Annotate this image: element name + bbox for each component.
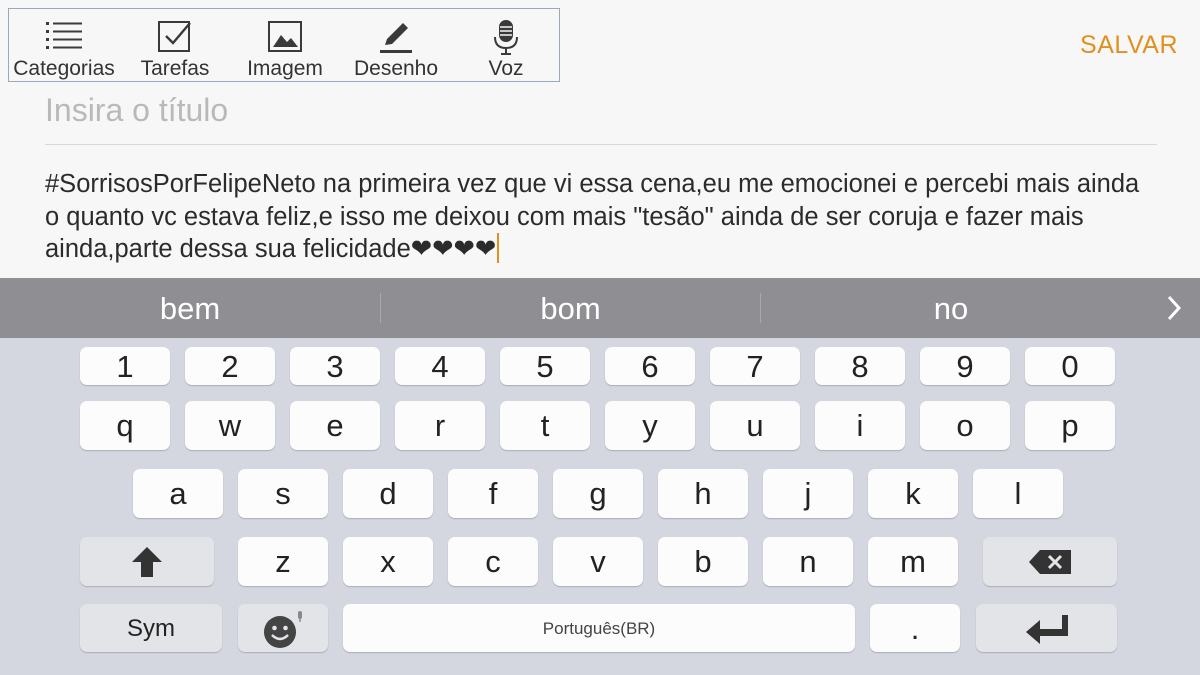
categories-button[interactable]: Categorias [9,9,119,83]
key-j[interactable]: j [763,469,853,518]
shift-key[interactable] [80,537,214,586]
key-k[interactable]: k [868,469,958,518]
key-a[interactable]: a [133,469,223,518]
key-i[interactable]: i [815,401,905,450]
suggestion-1[interactable]: bem [0,278,380,338]
pencil-icon [380,23,412,53]
key-4[interactable]: 4 [395,347,485,385]
chevron-right-icon[interactable] [1166,294,1182,322]
key-e[interactable]: e [290,401,380,450]
voice-button[interactable]: Voz [459,9,553,83]
enter-key[interactable] [976,604,1117,652]
emoji-key[interactable] [238,604,328,652]
key-2[interactable]: 2 [185,347,275,385]
period-key[interactable]: . [870,604,960,652]
categories-label: Categorias [13,57,115,80]
tasks-label: Tarefas [140,57,210,80]
key-y[interactable]: y [605,401,695,450]
key-f[interactable]: f [448,469,538,518]
voice-label: Voz [488,57,524,80]
key-o[interactable]: o [920,401,1010,450]
drawing-label: Desenho [353,57,439,80]
key-d[interactable]: d [343,469,433,518]
image-label: Imagem [247,57,323,80]
microphone-icon [494,20,518,55]
image-button[interactable]: Imagem [237,9,333,83]
keyboard: 1 2 3 4 5 6 7 8 9 0 q w e r t y u i o p … [0,338,1200,675]
key-8[interactable]: 8 [815,347,905,385]
note-toolbar: Categorias Tarefas Imagem Desenho Voz [8,8,560,82]
save-button[interactable]: SALVAR [1080,31,1178,60]
key-s[interactable]: s [238,469,328,518]
suggestion-bar: bem bom no [0,278,1200,338]
text-cursor [497,233,500,263]
suggestion-2[interactable]: bom [381,278,760,338]
key-c[interactable]: c [448,537,538,586]
note-body-text: #SorrisosPorFelipeNeto na primeira vez q… [45,170,1140,263]
drawing-button[interactable]: Desenho [347,9,445,83]
key-q[interactable]: q [80,401,170,450]
key-1[interactable]: 1 [80,347,170,385]
key-x[interactable]: x [343,537,433,586]
key-5[interactable]: 5 [500,347,590,385]
backspace-icon [1029,550,1071,574]
emoji-icon [264,611,302,648]
key-p[interactable]: p [1025,401,1115,450]
checkbox-icon [158,21,191,52]
key-7[interactable]: 7 [710,347,800,385]
key-6[interactable]: 6 [605,347,695,385]
key-l[interactable]: l [973,469,1063,518]
key-n[interactable]: n [763,537,853,586]
key-h[interactable]: h [658,469,748,518]
key-t[interactable]: t [500,401,590,450]
list-icon [46,22,82,49]
key-g[interactable]: g [553,469,643,518]
key-b[interactable]: b [658,537,748,586]
tasks-button[interactable]: Tarefas [128,9,222,83]
enter-icon [1025,615,1068,644]
image-icon [268,21,302,52]
key-z[interactable]: z [238,537,328,586]
suggestion-3[interactable]: no [761,278,1141,338]
backspace-key[interactable] [983,537,1117,586]
key-w[interactable]: w [185,401,275,450]
sym-key[interactable]: Sym [80,604,222,652]
key-m[interactable]: m [868,537,958,586]
key-0[interactable]: 0 [1025,347,1115,385]
space-key[interactable]: Português(BR) [343,604,855,652]
key-r[interactable]: r [395,401,485,450]
key-9[interactable]: 9 [920,347,1010,385]
shift-arrow-icon [132,547,162,577]
key-v[interactable]: v [553,537,643,586]
key-3[interactable]: 3 [290,347,380,385]
key-u[interactable]: u [710,401,800,450]
title-divider [45,144,1157,145]
title-input[interactable] [45,88,1155,132]
note-body-field[interactable]: #SorrisosPorFelipeNeto na primeira vez q… [45,168,1160,266]
